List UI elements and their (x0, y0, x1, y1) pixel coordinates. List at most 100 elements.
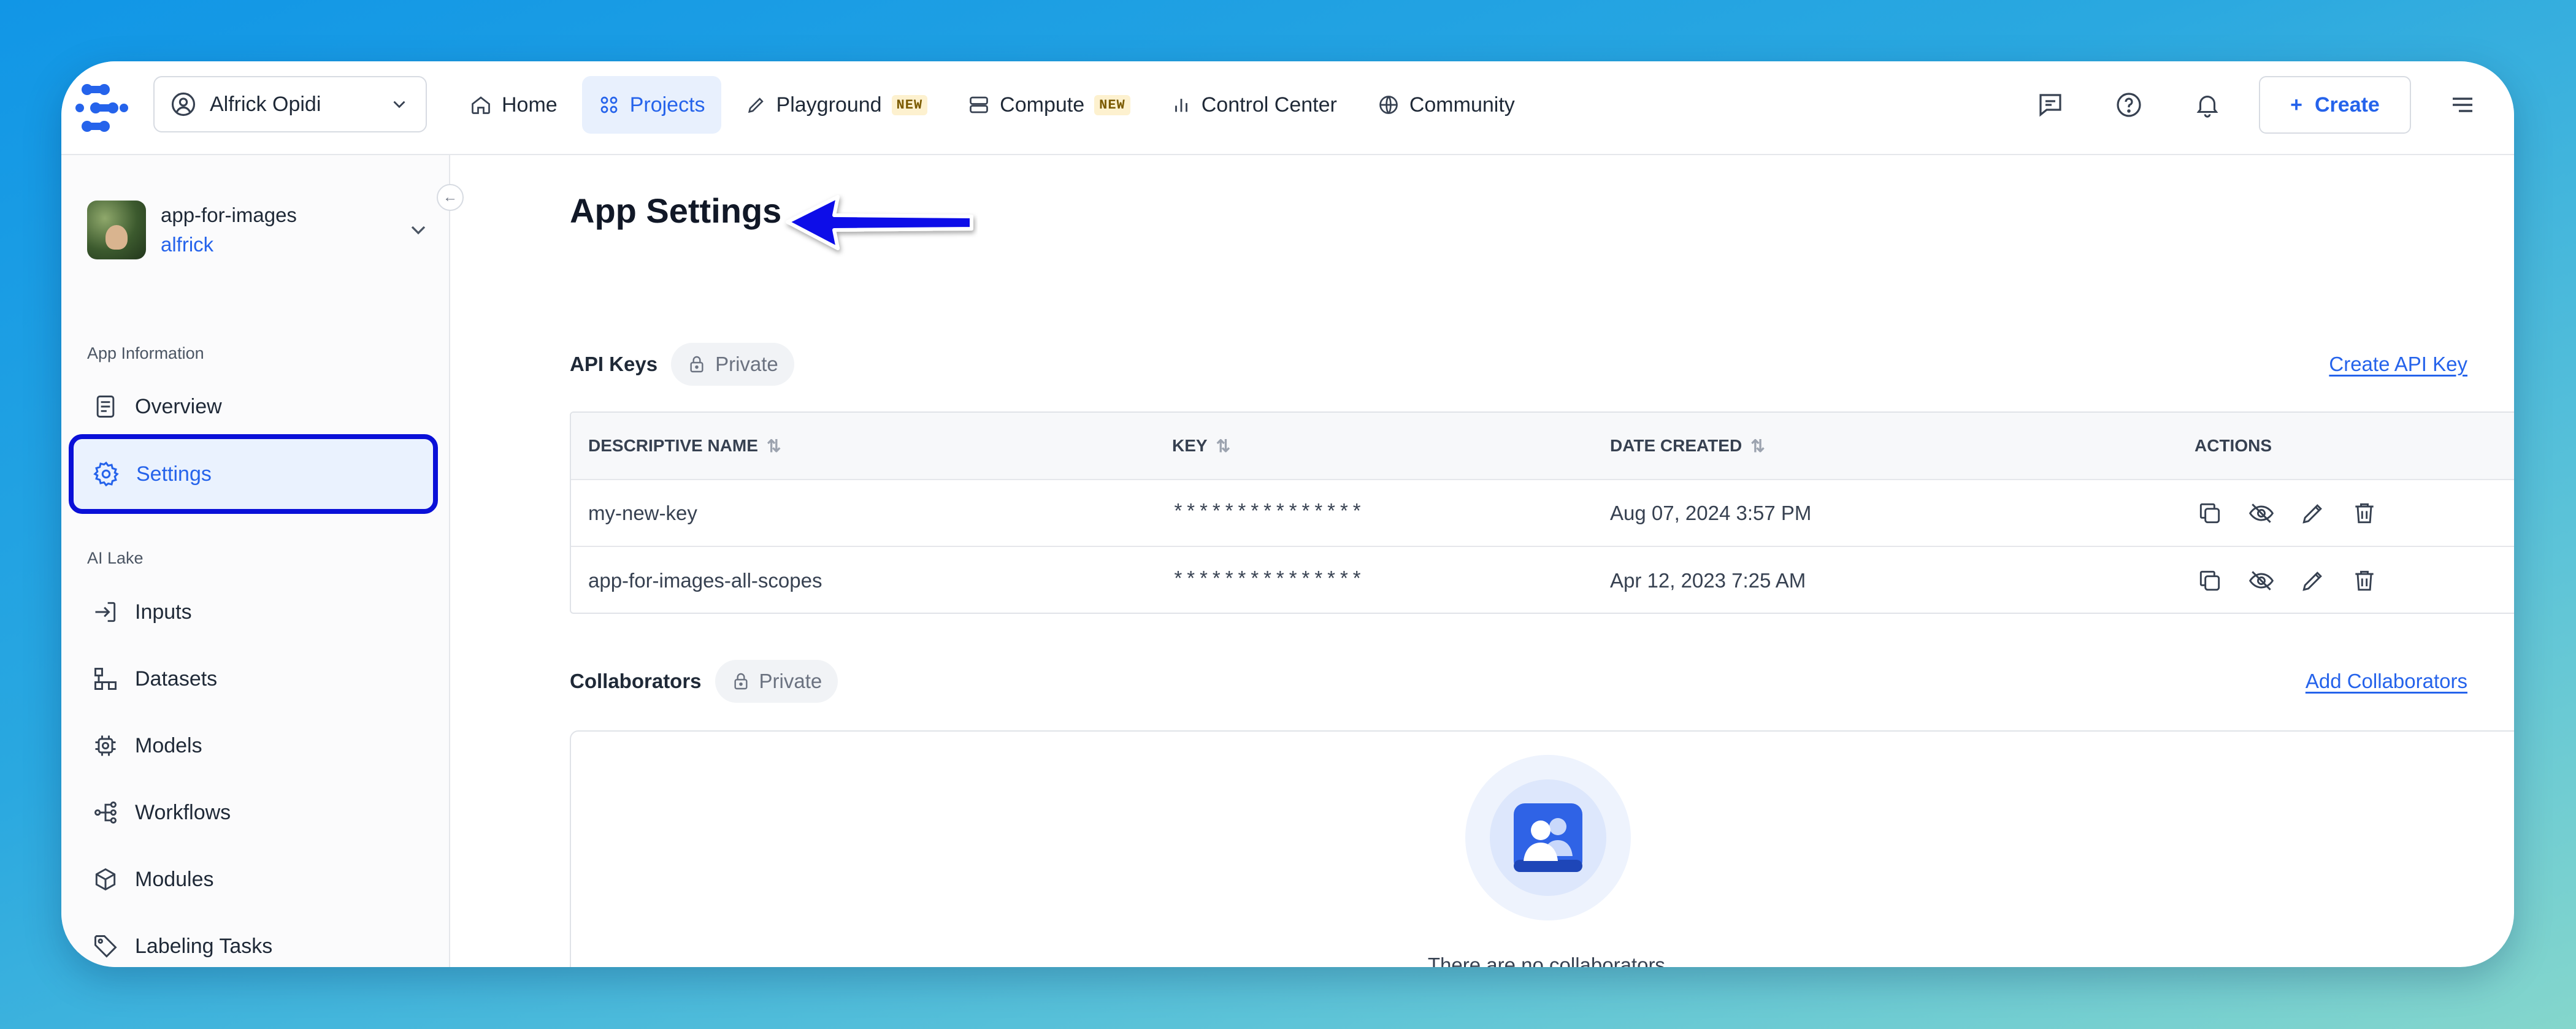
menu-button[interactable] (2436, 78, 2490, 132)
sort-icon: ⇅ (766, 436, 781, 456)
collapse-sidebar-button[interactable]: ← (437, 184, 464, 211)
column-header-date[interactable]: DATE CREATED ⇅ (1593, 436, 2177, 456)
key-value-cell: *************** (1172, 569, 1364, 592)
user-account-dropdown[interactable]: Alfrick Opidi (153, 76, 427, 132)
sidebar-item-inputs[interactable]: Inputs (67, 580, 438, 644)
annotation-arrow-icon (786, 195, 973, 250)
nav-community[interactable]: Community (1362, 76, 1531, 134)
chevron-down-icon (411, 226, 426, 235)
edit-pencil-icon[interactable] (2298, 565, 2328, 596)
privacy-label: Private (759, 670, 822, 692)
datasets-icon (94, 668, 117, 690)
nav-playground-label: Playground (776, 93, 882, 117)
nav-projects[interactable]: Projects (581, 76, 721, 134)
table-row: app-for-images-all-scopes **************… (571, 547, 2514, 613)
nav-playground[interactable]: Playground NEW (730, 76, 944, 134)
sidebar-item-workflows[interactable]: Workflows (67, 781, 438, 844)
gear-icon (93, 461, 119, 487)
sidebar-item-overview[interactable]: Overview (67, 375, 438, 438)
top-actions: + Create (2023, 76, 2490, 134)
column-header-label: ACTIONS (2195, 436, 2272, 455)
app-name: app-for-images (161, 204, 297, 227)
empty-state-illustration (1465, 755, 1631, 920)
nav-community-label: Community (1409, 93, 1515, 117)
privacy-badge: Private (671, 343, 794, 386)
sign-in-icon (95, 602, 116, 622)
privacy-label: Private (715, 353, 778, 375)
sidebar-item-datasets[interactable]: Datasets (67, 647, 438, 711)
trash-icon[interactable] (2349, 498, 2380, 529)
top-navbar: Alfrick Opidi Home Projects Playground N… (61, 61, 2514, 155)
key-name-cell: my-new-key (588, 501, 697, 524)
sidebar-item-models[interactable]: Models (67, 714, 438, 778)
document-icon (96, 396, 115, 418)
home-icon (472, 96, 490, 114)
user-name: Alfrick Opidi (210, 92, 321, 116)
app-switcher[interactable]: app-for-images alfrick (87, 199, 431, 261)
sidebar-item-label: Datasets (135, 667, 218, 690)
nav-home-label: Home (502, 93, 558, 117)
lock-icon (734, 673, 748, 690)
pencil-icon (748, 98, 764, 113)
nav-compute-label: Compute (1000, 93, 1085, 117)
sidebar-item-settings[interactable]: Settings (69, 434, 438, 514)
column-header-key[interactable]: KEY ⇅ (1155, 436, 1593, 456)
edit-pencil-icon[interactable] (2298, 498, 2328, 529)
table-header-row: DESCRIPTIVE NAME ⇅ KEY ⇅ DATE CREATED ⇅ … (571, 413, 2514, 480)
feedback-button[interactable] (2023, 78, 2077, 132)
bell-icon (2196, 96, 2218, 118)
nav-compute[interactable]: Compute NEW (952, 76, 1146, 134)
eye-off-icon[interactable] (2246, 565, 2277, 596)
bar-chart-icon (1175, 99, 1187, 112)
create-api-key-link[interactable]: Create API Key (2329, 353, 2467, 376)
privacy-badge: Private (715, 660, 838, 703)
column-header-name[interactable]: DESCRIPTIVE NAME ⇅ (571, 436, 1155, 456)
table-row: my-new-key *************** Aug 07, 2024 … (571, 480, 2514, 547)
date-created-cell: Aug 07, 2024 3:57 PM (1610, 501, 1812, 524)
page-title: App Settings (570, 191, 782, 230)
nav-projects-label: Projects (629, 93, 705, 117)
plus-icon: + (2290, 93, 2302, 117)
api-keys-title: API Keys (570, 353, 658, 375)
users-icon (1514, 803, 1582, 872)
collaborators-header: Collaborators Private (570, 660, 838, 703)
sidebar-item-label: Labeling Tasks (135, 934, 273, 958)
message-icon (2039, 94, 2061, 117)
help-button[interactable] (2102, 78, 2156, 132)
app-owner-link[interactable]: alfrick (161, 230, 391, 259)
sidebar-item-label: Models (135, 733, 202, 757)
user-circle-icon (171, 92, 196, 117)
nav-control-center[interactable]: Control Center (1155, 76, 1353, 134)
nav-home[interactable]: Home (454, 76, 573, 134)
main-content: App Settings API Keys Private Create API… (451, 155, 2514, 967)
api-keys-header: API Keys Private (570, 343, 794, 386)
notifications-button[interactable] (2180, 78, 2234, 132)
create-label: Create (2315, 93, 2380, 117)
trash-icon[interactable] (2349, 565, 2380, 596)
sidebar-item-labeling-tasks[interactable]: Labeling Tasks (67, 914, 438, 967)
new-badge: NEW (1094, 94, 1130, 115)
actions-cell (2177, 498, 2514, 529)
actions-cell (2177, 565, 2514, 596)
sidebar-item-modules[interactable]: Modules (67, 847, 438, 911)
api-keys-table: DESCRIPTIVE NAME ⇅ KEY ⇅ DATE CREATED ⇅ … (570, 411, 2514, 614)
add-collaborators-link[interactable]: Add Collaborators (2306, 670, 2467, 693)
column-header-label: KEY (1172, 436, 1208, 455)
sort-icon: ⇅ (1216, 436, 1231, 456)
chip-icon (95, 735, 116, 756)
copy-icon[interactable] (2195, 565, 2225, 596)
create-button[interactable]: + Create (2259, 76, 2411, 134)
empty-state-text: There are no collaborators. (1427, 954, 1671, 967)
nav-control-center-label: Control Center (1201, 93, 1337, 117)
sidebar-item-label: Modules (135, 867, 214, 891)
column-header-label: DESCRIPTIVE NAME (588, 436, 758, 455)
server-icon (970, 96, 989, 113)
key-name-cell: app-for-images-all-scopes (588, 568, 822, 592)
main-nav: Home Projects Playground NEW Compute NEW… (454, 76, 1531, 134)
copy-icon[interactable] (2195, 498, 2225, 529)
chevron-down-icon (393, 101, 405, 109)
sidebar: app-for-images alfrick App Information O… (61, 155, 450, 967)
eye-off-icon[interactable] (2246, 498, 2277, 529)
clarifai-logo-icon[interactable] (74, 80, 130, 136)
cube-icon (95, 868, 116, 891)
